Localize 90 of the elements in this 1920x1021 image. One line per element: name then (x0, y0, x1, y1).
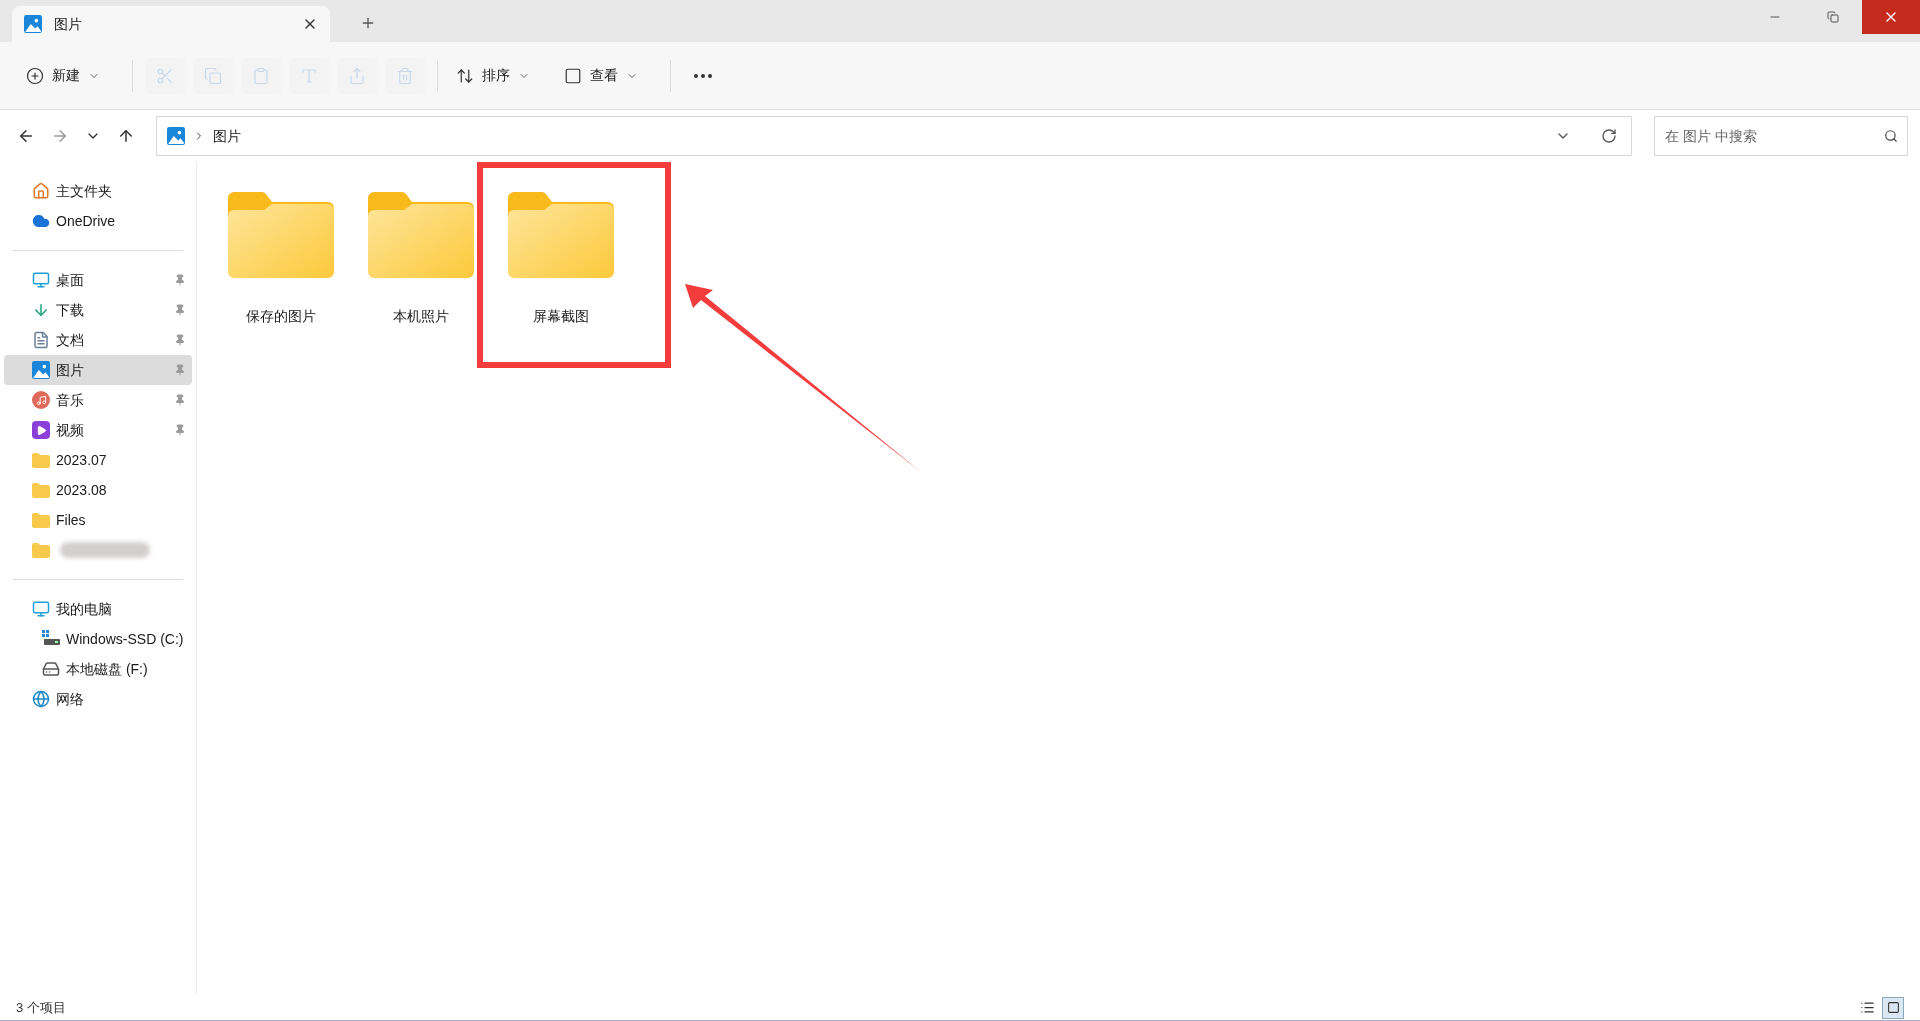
cut-icon (156, 66, 174, 85)
window-tab[interactable]: 图片 (12, 6, 330, 42)
picture-icon (32, 361, 50, 379)
folder-label: 本机照片 (393, 307, 449, 326)
sidebar-label: Files (56, 510, 86, 530)
up-icon[interactable] (117, 127, 135, 145)
system-drive-icon (42, 630, 60, 648)
sidebar-label: 文档 (56, 330, 84, 350)
folder-item[interactable]: 保存的图片 (211, 192, 351, 327)
folder-icon (32, 542, 50, 558)
folder-label: 保存的图片 (246, 307, 316, 326)
sidebar-label: 我的电脑 (56, 599, 112, 619)
sidebar-item[interactable]: 视频 (4, 415, 192, 445)
restore-icon[interactable] (1827, 11, 1839, 23)
sidebar-item[interactable]: Windows-SSD (C:) (4, 624, 192, 654)
more-icon (694, 73, 712, 78)
pin-icon (174, 304, 186, 316)
sidebar-label: OneDrive (56, 211, 116, 231)
sidebar-item[interactable]: Files (4, 505, 192, 535)
pin-icon (174, 274, 186, 286)
copy-icon (204, 66, 222, 85)
sidebar-label: 桌面 (56, 270, 84, 290)
sidebar-label: 2023.07 (56, 450, 107, 470)
folder-item[interactable]: 屏幕截图 (491, 192, 631, 327)
item-count: 3 个项目 (16, 998, 66, 1017)
sort-icon (456, 66, 474, 85)
refresh-icon[interactable] (1601, 128, 1617, 144)
search-icon[interactable] (1884, 129, 1898, 143)
sidebar-label: 下载 (56, 300, 84, 320)
view-icon (564, 66, 582, 85)
home-icon (32, 182, 50, 200)
rename-icon (300, 66, 318, 85)
sidebar-label: 视频 (56, 420, 84, 440)
tab-title: 图片 (54, 14, 82, 34)
sidebar-item[interactable]: 桌面 (4, 265, 192, 295)
folder-label: 屏幕截图 (533, 307, 589, 326)
pin-icon (174, 364, 186, 376)
folder-icon (32, 512, 50, 528)
folder-icon (508, 192, 614, 278)
sidebar-item[interactable]: 主文件夹 (4, 176, 192, 206)
sidebar-label: 本地磁盘 (F:) (66, 659, 148, 679)
picture-icon (167, 127, 185, 145)
sidebar-label: 主文件夹 (56, 181, 112, 201)
breadcrumb[interactable]: 图片 (213, 125, 241, 147)
download-icon (32, 301, 50, 319)
network-icon (32, 690, 50, 708)
new-icon (26, 66, 44, 85)
folder-icon (32, 452, 50, 468)
folder-icon (32, 482, 50, 498)
sidebar-item[interactable]: 2023.08 (4, 475, 192, 505)
sidebar-item[interactable]: 音乐 (4, 385, 192, 415)
tiles-icon (1886, 1001, 1900, 1014)
list-icon (1859, 1000, 1875, 1015)
drive-icon (42, 660, 60, 678)
folder-item[interactable]: 本机照片 (351, 192, 491, 327)
picture-icon (24, 15, 42, 33)
document-icon (32, 331, 50, 349)
paste-icon (252, 66, 270, 85)
close-button[interactable] (1862, 0, 1920, 34)
sidebar-item[interactable]: 图片 (4, 355, 192, 385)
cloud-icon (32, 212, 50, 230)
delete-icon (396, 66, 414, 85)
sidebar-label: Windows-SSD (C:) (66, 629, 184, 649)
pin-icon (174, 394, 186, 406)
sidebar-item[interactable]: 我的电脑 (4, 594, 192, 624)
computer-icon (32, 600, 50, 618)
sidebar-item[interactable]: 2023.07 (4, 445, 192, 475)
back-icon[interactable] (17, 127, 35, 145)
sidebar-item[interactable]: 下载 (4, 295, 192, 325)
new-tab-icon[interactable] (360, 15, 376, 31)
sidebar-item[interactable]: OneDrive (4, 206, 192, 236)
sidebar-item[interactable]: 网络 (4, 684, 192, 714)
pin-icon (174, 334, 186, 346)
pin-icon (174, 424, 186, 436)
address-bar[interactable]: 图片 (156, 116, 1632, 156)
search-field[interactable]: 在 图片 中搜索 (1654, 116, 1908, 156)
tiles-view-button[interactable] (1882, 996, 1904, 1019)
folder-icon (368, 192, 474, 278)
forward-icon[interactable] (51, 127, 69, 145)
share-icon (348, 66, 366, 85)
sidebar-item[interactable]: 文档 (4, 325, 192, 355)
sidebar-item[interactable]: 本地磁盘 (F:) (4, 654, 192, 684)
sidebar-label: 2023.08 (56, 480, 107, 500)
music-icon (32, 391, 50, 409)
sidebar-label: 网络 (56, 689, 84, 709)
folder-icon (228, 192, 334, 278)
sidebar-label: 音乐 (56, 390, 84, 410)
sidebar-label: 图片 (56, 360, 84, 380)
desktop-icon (32, 271, 50, 289)
video-icon (32, 421, 50, 439)
